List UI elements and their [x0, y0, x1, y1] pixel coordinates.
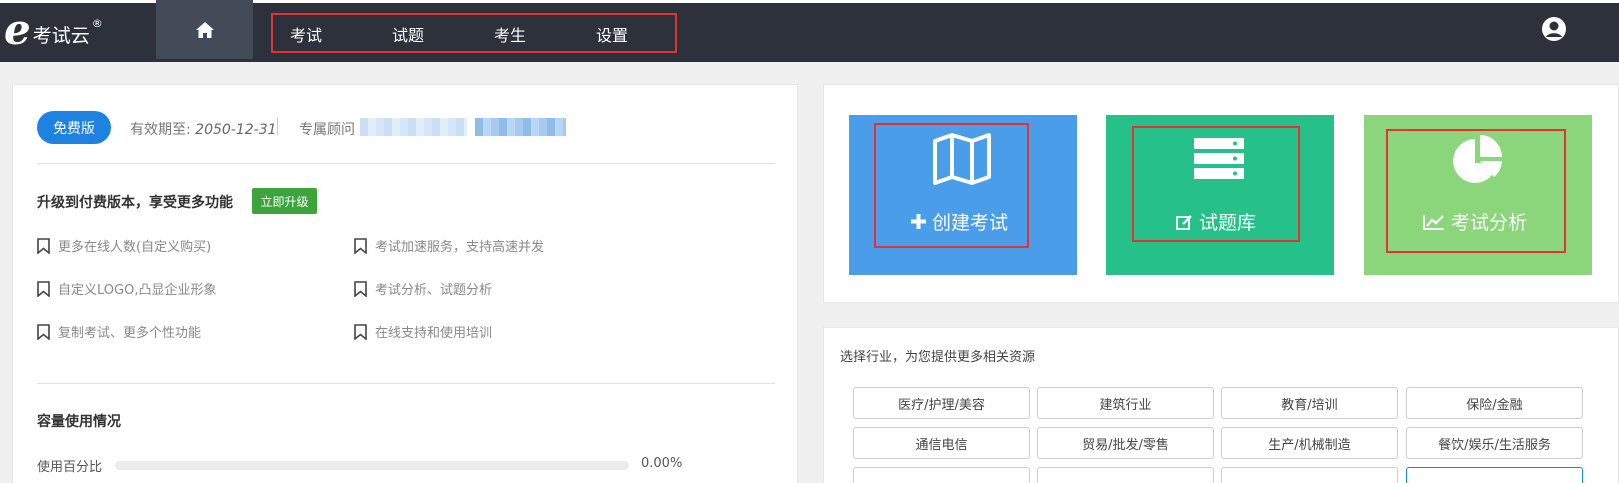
plus-icon [911, 214, 926, 229]
feature-text: 考试加速服务，支持高速并发 [375, 240, 545, 255]
edit-icon [1176, 214, 1192, 230]
industry-option-partial[interactable] [1221, 467, 1398, 483]
industry-option[interactable]: 通信电信 [853, 427, 1030, 459]
advisor-contact-redacted [475, 118, 566, 136]
industry-option[interactable]: 餐饮/娱乐/生活服务 [1406, 427, 1583, 459]
industry-option[interactable]: 教育/培训 [1221, 387, 1398, 419]
feature-text: 在线支持和使用培训 [375, 326, 493, 341]
logo-letter: e [4, 5, 31, 54]
industry-option[interactable]: 贸易/批发/零售 [1037, 427, 1214, 459]
industry-option-partial[interactable] [853, 467, 1030, 483]
home-icon [195, 21, 214, 38]
expire-info: 有效期至: 2050-12-31 [130, 119, 277, 139]
nav-item-exam[interactable]: 考试 [290, 22, 322, 46]
industry-option-partial[interactable] [1037, 467, 1214, 483]
exam-analysis-label: 考试分析 [1423, 208, 1527, 235]
feature-item: 考试分析、试题分析 [354, 279, 492, 298]
nav-item-questions[interactable]: 试题 [392, 22, 424, 46]
pie-chart-icon [1453, 135, 1502, 183]
line-chart-icon [1423, 214, 1444, 230]
user-account-icon[interactable] [1541, 16, 1567, 42]
feature-text: 考试分析、试题分析 [375, 283, 493, 298]
advisor-label: 专属顾问 [299, 122, 355, 138]
logo-registered-mark: ® [91, 16, 103, 30]
nav-item-examinees[interactable]: 考生 [494, 22, 526, 46]
expire-label: 有效期至: [130, 122, 191, 138]
advisor-name-redacted [360, 118, 467, 136]
divider [37, 163, 775, 164]
nav-home-tab[interactable] [156, 0, 253, 59]
usage-value: 0.00% [641, 456, 683, 471]
bookmark-icon [354, 237, 367, 254]
industry-option[interactable]: 医疗/护理/美容 [853, 387, 1030, 419]
feature-text: 更多在线人数(自定义购买) [58, 240, 212, 255]
feature-item: 更多在线人数(自定义购买) [37, 236, 211, 255]
usage-label: 使用百分比 [37, 460, 103, 475]
industry-option[interactable]: 保险/金融 [1406, 387, 1583, 419]
upgrade-now-button[interactable]: 立即升级 [252, 188, 317, 214]
divider [277, 117, 278, 135]
feature-item: 自定义LOGO,凸显企业形象 [37, 279, 216, 298]
usage-progress-bar [115, 461, 629, 470]
bookmark-icon [37, 237, 50, 254]
feature-item: 复制考试、更多个性功能 [37, 322, 201, 341]
question-bank-label: 试题库 [1176, 208, 1256, 235]
nav-item-settings[interactable]: 设置 [596, 22, 628, 46]
server-icon [1194, 138, 1244, 179]
app-logo[interactable]: e 考试云 ® [4, 5, 103, 54]
bookmark-icon [37, 280, 50, 297]
expire-value: 2050-12-31 [195, 122, 277, 138]
industry-option-partial-selected[interactable] [1406, 467, 1583, 483]
bookmark-icon [354, 323, 367, 340]
edition-badge: 免费版 [37, 111, 111, 144]
feature-item: 考试加速服务，支持高速并发 [354, 236, 544, 255]
upgrade-title: 升级到付费版本，享受更多功能 [37, 195, 233, 211]
industry-option[interactable]: 建筑行业 [1037, 387, 1214, 419]
divider [37, 383, 775, 384]
feature-text: 复制考试、更多个性功能 [58, 326, 202, 341]
feature-text: 自定义LOGO,凸显企业形象 [58, 283, 217, 298]
create-exam-label: 创建考试 [911, 208, 1008, 235]
bookmark-icon [37, 323, 50, 340]
bookmark-icon [354, 280, 367, 297]
capacity-title: 容量使用情况 [37, 414, 121, 430]
feature-item: 在线支持和使用培训 [354, 322, 492, 341]
logo-text: 考试云 [32, 24, 90, 47]
map-icon [933, 133, 991, 185]
industry-title: 选择行业，为您提供更多相关资源 [840, 350, 1036, 365]
industry-option[interactable]: 生产/机械制造 [1221, 427, 1398, 459]
